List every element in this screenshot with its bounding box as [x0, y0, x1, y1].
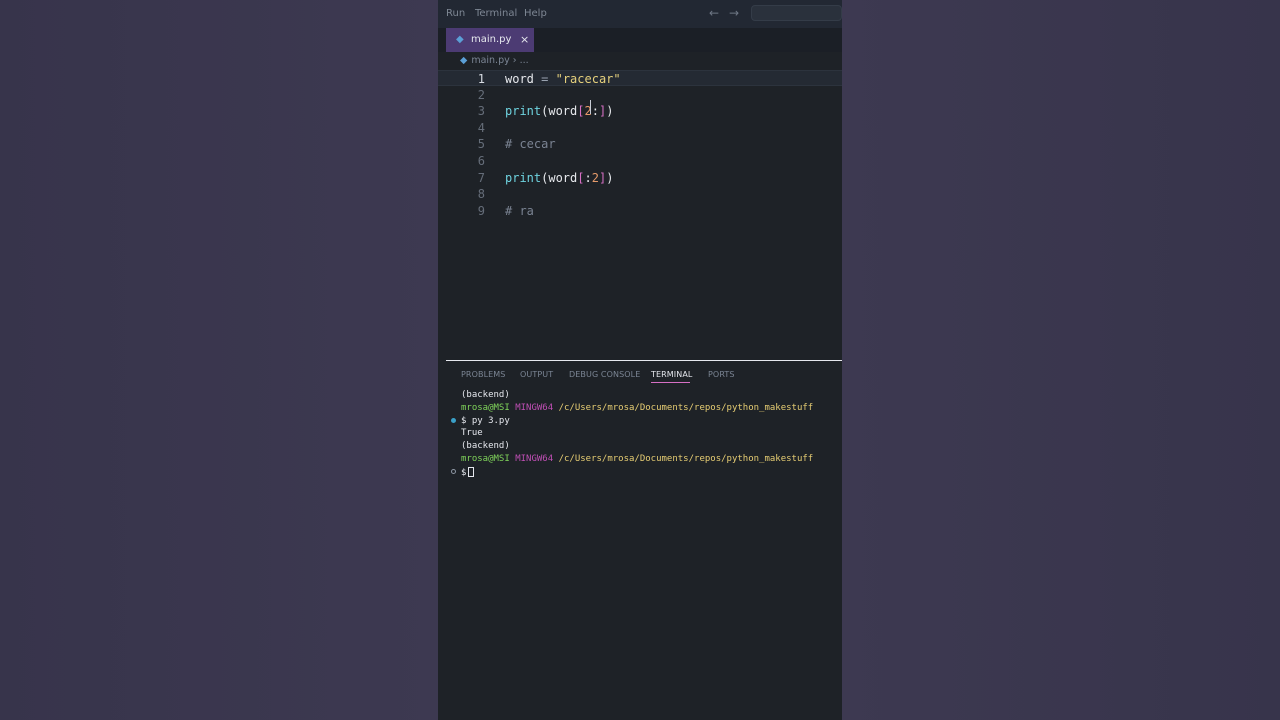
- code-line[interactable]: 8: [438, 186, 842, 202]
- python-file-icon: ◆: [460, 55, 468, 66]
- line-number: 1: [477, 72, 485, 86]
- breadcrumb-rest[interactable]: ...: [520, 55, 529, 66]
- active-tab-indicator: [651, 382, 690, 383]
- breadcrumb-separator: ›: [512, 55, 517, 66]
- terminal-prompt-line[interactable]: $: [451, 466, 813, 480]
- tab-problems[interactable]: PROBLEMS: [461, 370, 505, 379]
- vscode-window: Run Terminal Help ← → ◆ main.py × ◆ main.…: [438, 0, 842, 720]
- breadcrumb-file[interactable]: main.py: [471, 55, 509, 66]
- command-center-search[interactable]: [751, 5, 842, 21]
- editor-tab-bar: ◆ main.py ×: [438, 28, 842, 52]
- menu-bar: Run Terminal Help ← →: [438, 0, 842, 28]
- code-line[interactable]: 5 # cecar: [438, 136, 842, 152]
- code-editor[interactable]: 1 word = "racecar" 2 3 print(word[2:]) 4…: [438, 70, 842, 360]
- terminal-line: (backend): [461, 390, 510, 400]
- terminal-line: $ py 3.py: [451, 416, 813, 429]
- breadcrumb: ◆ main.py › ...: [460, 55, 529, 66]
- menu-terminal[interactable]: Terminal: [475, 8, 517, 19]
- bottom-panel: PROBLEMS OUTPUT DEBUG CONSOLE TERMINAL P…: [438, 361, 842, 720]
- terminal-line: True: [461, 428, 483, 439]
- code-line[interactable]: 2: [438, 87, 842, 103]
- terminal-line: mrosa@MSI MINGW64 /c/Users/mrosa/Documen…: [461, 402, 814, 413]
- terminal-line: mrosa@MSI MINGW64 /c/Users/mrosa/Documen…: [461, 453, 814, 464]
- tab-terminal[interactable]: TERMINAL: [651, 370, 692, 379]
- code-text: print(word[2:]): [505, 104, 614, 119]
- terminal-cursor: [468, 466, 475, 477]
- code-line[interactable]: 9 # ra: [438, 203, 842, 219]
- tab-ports[interactable]: PORTS: [708, 370, 735, 379]
- code-comment: # cecar: [505, 137, 556, 152]
- terminal-line: (backend): [461, 441, 510, 452]
- code-line[interactable]: 3 print(word[2:]): [438, 103, 842, 119]
- code-text: print(word[:2]): [505, 170, 614, 185]
- code-line[interactable]: 7 print(word[:2]): [438, 170, 842, 186]
- tab-debug-console[interactable]: DEBUG CONSOLE: [569, 370, 640, 379]
- background-right: [842, 0, 1280, 720]
- python-file-icon: ◆: [456, 34, 464, 45]
- mouse-ibeam-cursor: [590, 100, 591, 114]
- command-success-icon[interactable]: [451, 417, 456, 423]
- code-line[interactable]: 1 word = "racecar": [438, 70, 842, 86]
- arrow-right-icon[interactable]: →: [729, 6, 739, 20]
- close-icon[interactable]: ×: [520, 33, 529, 46]
- background-left: [0, 0, 438, 720]
- line-number: 9: [477, 203, 485, 218]
- code-comment: # ra: [505, 203, 534, 218]
- code-line[interactable]: 4: [438, 120, 842, 136]
- menu-run[interactable]: Run: [446, 8, 465, 19]
- command-pending-icon[interactable]: [451, 468, 456, 474]
- line-number: 2: [477, 87, 485, 102]
- line-number: 6: [477, 154, 485, 168]
- code-line[interactable]: 6: [438, 153, 842, 169]
- arrow-left-icon[interactable]: ←: [709, 6, 719, 20]
- line-number: 7: [477, 170, 485, 185]
- tab-output[interactable]: OUTPUT: [520, 370, 553, 379]
- tab-main-py[interactable]: ◆ main.py ×: [446, 28, 534, 52]
- menu-help[interactable]: Help: [524, 8, 547, 19]
- line-number: 3: [477, 104, 485, 119]
- line-number: 4: [477, 120, 485, 135]
- line-number: 8: [477, 187, 485, 202]
- tab-label: main.py: [471, 34, 512, 45]
- line-number: 5: [477, 137, 485, 152]
- code-text: word = "racecar": [505, 72, 621, 86]
- terminal-output[interactable]: (backend) mrosa@MSI MINGW64 /c/Users/mro…: [451, 390, 814, 480]
